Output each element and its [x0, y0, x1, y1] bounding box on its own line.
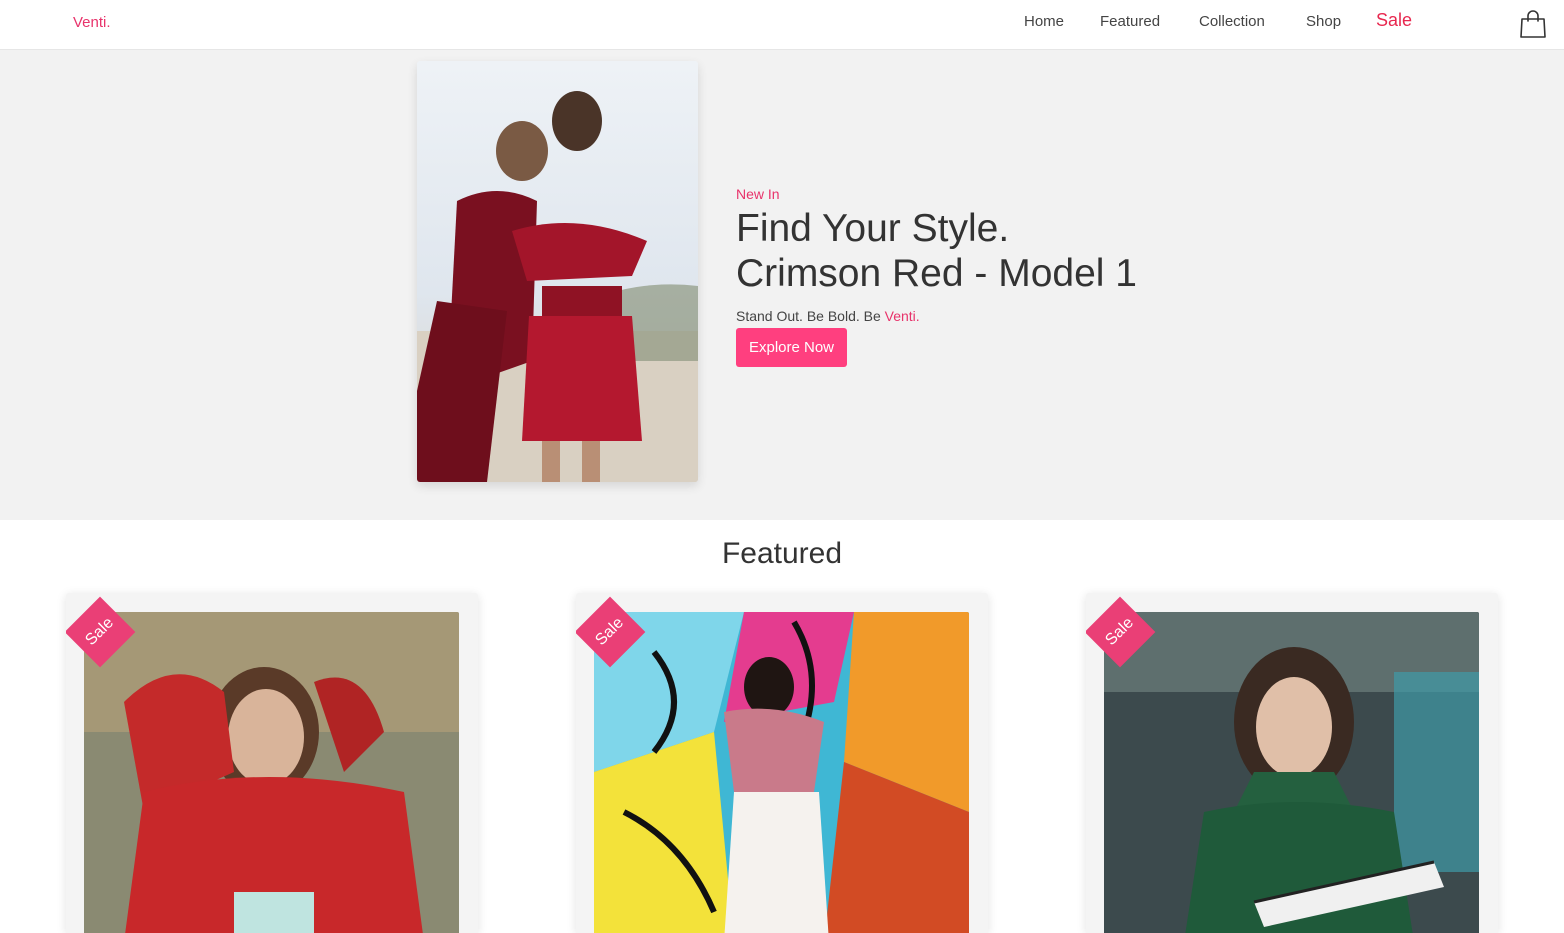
- hero-tagline: Stand Out. Be Bold. Be Venti.: [736, 308, 920, 324]
- hero-headline-line-2: Crimson Red - Model 1: [736, 252, 1137, 295]
- hero-section: New In Find Your Style. Crimson Red - Mo…: [0, 50, 1564, 520]
- hero-tagline-text: Stand Out. Be Bold. Be: [736, 308, 885, 324]
- sale-badge-label: Sale: [592, 614, 627, 649]
- nav-link-sale[interactable]: Sale: [1376, 10, 1412, 31]
- hero-model-photo: [417, 61, 698, 482]
- nav-link-featured[interactable]: Featured: [1100, 13, 1160, 30]
- product-photo[interactable]: [594, 612, 969, 933]
- shopping-bag-icon[interactable]: [1519, 9, 1547, 39]
- top-navbar: Venti. Home Featured Collection Shop Sal…: [0, 0, 1564, 50]
- hero-kicker: New In: [736, 186, 780, 202]
- product-card[interactable]: Sale: [66, 593, 478, 933]
- featured-section-title: Featured: [721, 537, 843, 570]
- hero-tagline-brand: Venti.: [884, 308, 920, 324]
- nav-link-shop[interactable]: Shop: [1306, 13, 1341, 30]
- product-card[interactable]: Sale: [576, 593, 988, 933]
- nav-link-home[interactable]: Home: [1024, 13, 1064, 30]
- product-photo[interactable]: [84, 612, 459, 933]
- product-card[interactable]: Sale: [1086, 593, 1498, 933]
- sale-badge-label: Sale: [1102, 614, 1137, 649]
- explore-now-button[interactable]: Explore Now: [736, 328, 847, 367]
- brand-logo[interactable]: Venti.: [73, 14, 111, 31]
- sale-badge-label: Sale: [82, 614, 117, 649]
- nav-link-collection[interactable]: Collection: [1199, 13, 1265, 30]
- product-photo[interactable]: [1104, 612, 1479, 933]
- hero-headline-line-1: Find Your Style.: [736, 207, 1010, 250]
- hero-headline: Find Your Style. Crimson Red - Model 1: [736, 206, 1137, 296]
